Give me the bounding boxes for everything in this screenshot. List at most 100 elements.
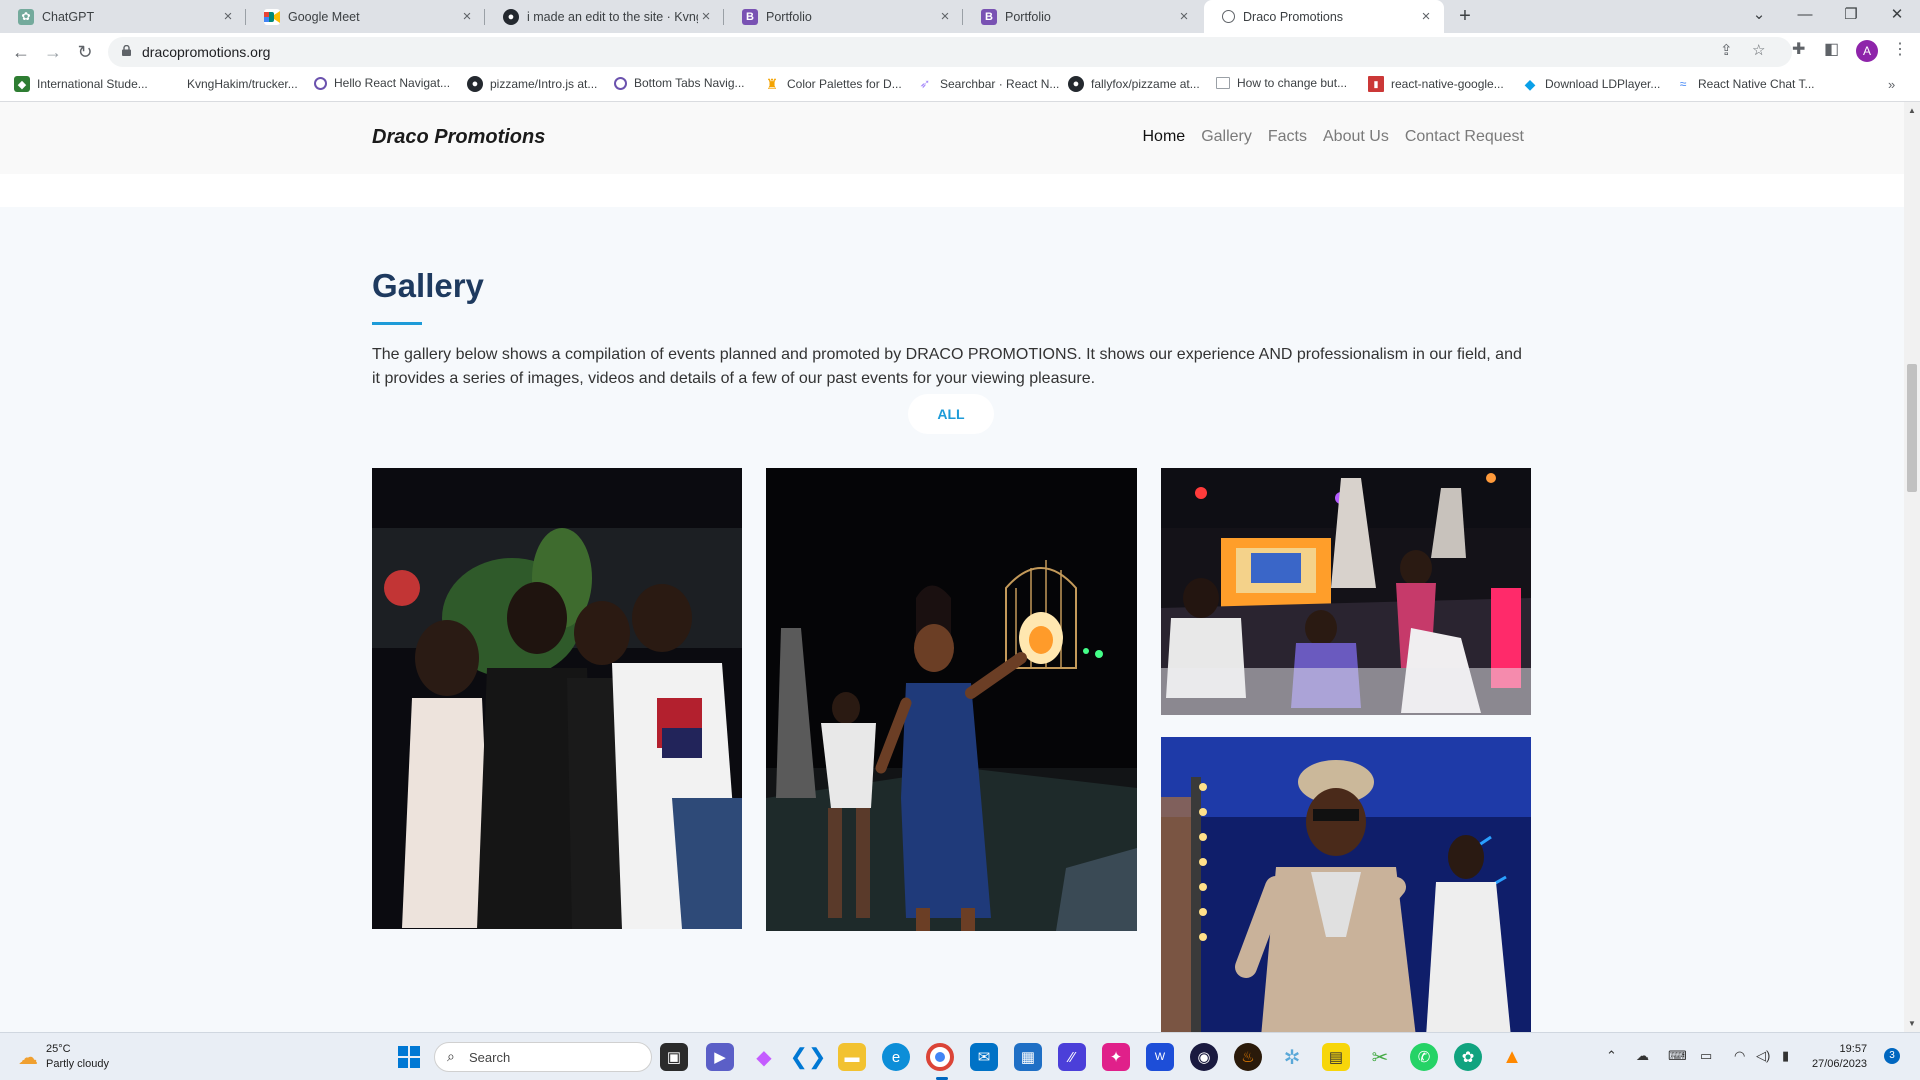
scroll-down-arrow-icon[interactable]: ▼ <box>1908 1019 1916 1028</box>
club-photo-image <box>1161 468 1531 715</box>
filter-all-button[interactable]: ALL <box>908 394 994 434</box>
bookmark-item[interactable]: ◆ Download LDPlayer... <box>1522 75 1661 92</box>
side-panel-icon[interactable]: ◧ <box>1824 39 1839 59</box>
bootstrap-icon: B <box>981 8 997 25</box>
bootstrap-icon: B <box>742 8 758 25</box>
flame-app-icon[interactable]: ♨ <box>1234 1043 1262 1071</box>
visual-studio-icon[interactable]: ⁄⁄ <box>1058 1043 1086 1071</box>
gallery-photo[interactable] <box>1161 737 1531 1032</box>
tab-portfolio-1[interactable]: B Portfolio × <box>724 0 963 33</box>
scrollbar-thumb[interactable] <box>1907 364 1917 492</box>
close-icon[interactable]: × <box>937 8 953 25</box>
battery-icon[interactable]: ▮ <box>1782 1048 1789 1064</box>
chrome-browser-icon[interactable] <box>926 1043 954 1071</box>
chatgpt-app-icon[interactable]: ✿ <box>1454 1043 1482 1071</box>
tab-google-meet[interactable]: Google Meet × <box>246 0 485 33</box>
system-clock[interactable]: 19:57 27/06/2023 <box>1812 1042 1867 1072</box>
file-explorer-icon[interactable]: ▬ <box>838 1043 866 1071</box>
taskbar-search-box[interactable]: ⌕ Search <box>434 1042 652 1072</box>
reload-button[interactable]: ↻ <box>72 39 98 65</box>
close-icon[interactable]: × <box>1176 8 1192 25</box>
close-window-button[interactable]: ✕ <box>1874 0 1920 33</box>
bookmark-item[interactable]: ♜ Color Palettes for D... <box>764 76 902 92</box>
task-view-icon[interactable]: ▣ <box>660 1043 688 1071</box>
nav-gallery[interactable]: Gallery <box>1201 128 1252 146</box>
windows-start-icon[interactable] <box>395 1043 423 1071</box>
ldplayer-icon: ◆ <box>1524 75 1536 92</box>
page-scrollbar[interactable]: ▲ ▼ <box>1904 102 1920 1032</box>
bookmark-item[interactable]: ◆ International Stude... <box>14 76 148 92</box>
minimize-button[interactable]: — <box>1782 0 1828 33</box>
nav-home[interactable]: Home <box>1143 128 1186 146</box>
close-icon[interactable]: × <box>1418 8 1434 25</box>
bookmark-item[interactable]: Hello React Navigat... <box>314 76 450 90</box>
bookmark-item[interactable]: ● pizzame/Intro.js at... <box>467 76 597 92</box>
site-brand[interactable]: Draco Promotions <box>372 126 545 149</box>
nav-facts[interactable]: Facts <box>1268 128 1307 146</box>
figma-icon[interactable]: ✦ <box>1102 1043 1130 1071</box>
bookmark-label: International Stude... <box>37 77 148 91</box>
volume-icon[interactable]: ◁) <box>1756 1048 1770 1064</box>
keyboard-icon[interactable]: ⌨ <box>1668 1048 1687 1064</box>
profile-avatar[interactable]: A <box>1856 40 1878 62</box>
share-icon[interactable]: ⇪ <box>1720 41 1733 59</box>
close-icon[interactable]: × <box>220 8 236 25</box>
new-tab-button[interactable]: + <box>1452 4 1478 30</box>
word-app-icon[interactable]: W <box>1146 1043 1174 1071</box>
edge-browser-icon[interactable]: e <box>882 1043 910 1071</box>
show-hidden-icons-chevron-icon[interactable]: ⌃ <box>1606 1048 1617 1064</box>
tab-title: Portfolio <box>766 9 812 24</box>
bookmark-item[interactable]: ● fallyfox/pizzame at... <box>1068 76 1200 92</box>
close-icon[interactable]: × <box>459 8 475 25</box>
copilot-icon[interactable]: ◆ <box>750 1043 778 1071</box>
bookmark-label: Hello React Navigat... <box>334 76 451 90</box>
clock-time: 19:57 <box>1839 1043 1868 1055</box>
microsoft-store-icon[interactable]: ▦ <box>1014 1043 1042 1071</box>
gallery-photo[interactable] <box>1161 468 1531 715</box>
npm-icon: ▮ <box>1368 76 1384 92</box>
more-bookmarks-icon[interactable]: » <box>1888 77 1895 92</box>
bookmark-item[interactable]: Bottom Tabs Navig... <box>614 76 745 90</box>
teams-chat-icon[interactable]: ▶ <box>706 1043 734 1071</box>
bookmark-item[interactable]: ➶ Searchbar · React N... <box>917 76 1060 92</box>
bookmark-item[interactable]: ≈ React Native Chat T... <box>1675 76 1815 92</box>
lock-icon[interactable] <box>122 45 131 56</box>
tab-github[interactable]: ● i made an edit to the site · KvngH × <box>485 0 724 33</box>
bookmark-label: How to change but... <box>1237 76 1348 90</box>
chat-icon: ≈ <box>1679 77 1687 91</box>
mail-icon[interactable]: ✉ <box>970 1043 998 1071</box>
whatsapp-icon[interactable]: ✆ <box>1410 1043 1438 1071</box>
extensions-icon[interactable]: ✚ <box>1792 39 1805 59</box>
onedrive-icon[interactable]: ☁ <box>1636 1048 1649 1064</box>
gallery-photo[interactable] <box>766 468 1137 931</box>
restore-button[interactable]: ❐ <box>1828 0 1874 33</box>
close-icon[interactable]: × <box>698 8 714 25</box>
display-icon[interactable]: ▭ <box>1700 1048 1712 1064</box>
nav-about-us[interactable]: About Us <box>1323 128 1389 146</box>
bookmark-item[interactable]: ▮ react-native-google... <box>1368 76 1504 92</box>
snipping-tool-icon[interactable]: ✂ <box>1366 1043 1394 1071</box>
tab-search-button[interactable]: ⌄ <box>1736 0 1782 33</box>
settings-gear-icon[interactable]: ✲ <box>1278 1043 1306 1071</box>
weather-widget[interactable]: ☁ 25°C Partly cloudy <box>18 1042 109 1072</box>
globe-icon <box>1222 10 1235 23</box>
notification-badge[interactable]: 3 <box>1884 1048 1900 1064</box>
forward-button[interactable]: → <box>40 39 66 65</box>
vscode-icon[interactable]: ❮❯ <box>790 1043 827 1071</box>
vlc-icon[interactable]: ▲ <box>1498 1043 1526 1071</box>
wifi-icon[interactable]: ◠ <box>1734 1048 1745 1064</box>
scroll-up-arrow-icon[interactable]: ▲ <box>1908 106 1916 115</box>
tab-portfolio-2[interactable]: B Portfolio × <box>963 0 1202 33</box>
tab-chatgpt[interactable]: ✿ ChatGPT × <box>0 0 246 33</box>
bookmark-item[interactable]: How to change but... <box>1216 76 1347 90</box>
nav-contact-request[interactable]: Contact Request <box>1405 128 1524 146</box>
bookmark-star-icon[interactable]: ☆ <box>1752 41 1765 59</box>
back-button[interactable]: ← <box>8 39 34 65</box>
tab-draco-promotions[interactable]: Draco Promotions × <box>1204 0 1444 33</box>
bookmark-item[interactable]: KvngHakim/trucker... <box>164 76 298 92</box>
sticky-notes-icon[interactable]: ▤ <box>1322 1043 1350 1071</box>
media-app-icon[interactable]: ◉ <box>1190 1043 1218 1071</box>
gallery-photo[interactable] <box>372 468 742 929</box>
menu-kebab-icon[interactable]: ⋮ <box>1892 39 1908 59</box>
address-bar[interactable]: dracopromotions.org ⇪ ☆ <box>108 37 1792 67</box>
